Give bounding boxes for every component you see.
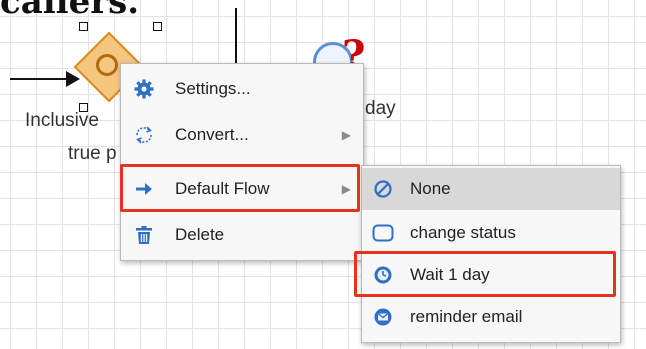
submenu-item-reminder-email[interactable]: reminder email bbox=[362, 296, 620, 338]
submenu-item-change-status-label: change status bbox=[410, 223, 516, 242]
menu-item-default-flow[interactable]: Default Flow ▶ bbox=[121, 166, 363, 212]
submenu-item-none-label: None bbox=[410, 179, 451, 198]
menu-item-delete[interactable]: Delete bbox=[121, 212, 363, 258]
trash-icon bbox=[133, 225, 155, 245]
submenu-item-wait-1-day-label: Wait 1 day bbox=[410, 265, 490, 284]
gateway-label-line2: true p bbox=[68, 143, 117, 164]
submenu-item-wait-1-day[interactable]: Wait 1 day bbox=[362, 254, 620, 296]
none-icon bbox=[372, 179, 394, 199]
task-icon bbox=[372, 224, 394, 242]
event-label: day bbox=[365, 98, 396, 119]
submenu-item-none[interactable]: None bbox=[362, 168, 620, 210]
submenu-item-change-status[interactable]: change status bbox=[362, 212, 620, 254]
menu-item-default-flow-label: Default Flow bbox=[175, 179, 270, 198]
context-menu: Settings... Convert... ▶ Default Flow ▶ … bbox=[120, 63, 364, 261]
flow-arrowhead-icon bbox=[66, 71, 80, 87]
gateway-label-line1: Inclusive bbox=[25, 110, 99, 131]
convert-icon bbox=[133, 125, 155, 145]
resize-handle-top-right[interactable] bbox=[153, 22, 162, 31]
resize-handle-top-left[interactable] bbox=[79, 22, 88, 31]
menu-item-delete-label: Delete bbox=[175, 225, 225, 244]
email-icon bbox=[372, 307, 394, 327]
submenu-arrow-icon: ▶ bbox=[341, 128, 351, 142]
gateway-circle-icon bbox=[96, 54, 118, 76]
sequence-flow-incoming[interactable] bbox=[10, 78, 70, 80]
page-heading: callers. bbox=[0, 0, 140, 22]
timer-icon bbox=[372, 265, 394, 285]
menu-item-convert-label: Convert... bbox=[175, 125, 249, 144]
submenu-item-reminder-email-label: reminder email bbox=[410, 307, 523, 326]
gear-icon bbox=[133, 79, 155, 99]
menu-item-settings[interactable]: Settings... bbox=[121, 66, 363, 112]
menu-item-convert[interactable]: Convert... ▶ bbox=[121, 112, 363, 158]
arrow-right-icon bbox=[133, 179, 155, 199]
submenu-arrow-icon: ▶ bbox=[341, 182, 351, 196]
default-flow-submenu: None change status Wait 1 day reminder e… bbox=[361, 165, 621, 343]
menu-item-settings-label: Settings... bbox=[175, 79, 251, 98]
